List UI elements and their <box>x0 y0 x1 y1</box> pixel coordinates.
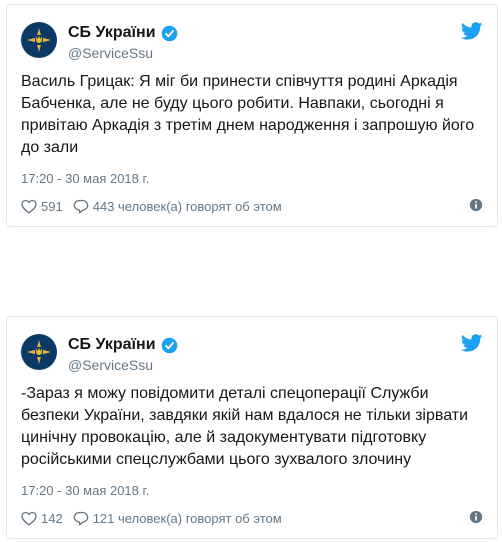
verified-badge-icon <box>161 25 177 41</box>
tweet-actions: 591 443 человек(а) говорят об этом <box>21 196 483 216</box>
heart-icon <box>21 511 37 526</box>
tweet-timestamp[interactable]: 17:20 - 30 мая 2018 г. <box>21 483 149 499</box>
author-names: СБ України @ServiceSsu <box>68 335 178 374</box>
user-handle[interactable]: @ServiceSsu <box>68 44 178 62</box>
author-names: СБ України @ServiceSsu <box>68 23 178 62</box>
tweet-text: Василь Грицак: Я міг би принести співчут… <box>21 73 475 156</box>
verified-badge-icon <box>161 337 177 353</box>
user-handle[interactable]: @ServiceSsu <box>68 356 178 374</box>
avatar[interactable] <box>21 22 57 58</box>
info-icon[interactable] <box>469 510 483 524</box>
ssu-emblem-icon <box>27 340 51 364</box>
speech-bubble-icon <box>73 199 89 213</box>
tweet-card[interactable]: СБ України @ServiceSsu Василь Грицак: Я … <box>6 4 498 227</box>
speech-bubble-icon <box>73 511 89 525</box>
avatar[interactable] <box>21 334 57 370</box>
like-count: 142 <box>41 510 63 526</box>
tweet-card[interactable]: СБ України @ServiceSsu -Зараз я можу пов… <box>6 316 498 539</box>
like-button[interactable]: 591 <box>21 199 63 214</box>
reply-button[interactable]: 443 человек(а) говорят об этом <box>73 199 282 214</box>
reply-count-text: 443 человек(а) говорят об этом <box>92 198 282 214</box>
ssu-emblem-icon <box>27 28 51 52</box>
like-count: 591 <box>41 198 63 214</box>
heart-icon <box>21 199 37 214</box>
reply-count-text: 121 человек(а) говорят об этом <box>92 510 282 526</box>
display-name[interactable]: СБ України <box>68 23 156 43</box>
tweet-text: -Зараз я можу повідомити деталі спецопер… <box>21 385 468 468</box>
reply-button[interactable]: 121 человек(а) говорят об этом <box>73 511 282 526</box>
display-name[interactable]: СБ України <box>68 335 156 355</box>
twitter-bird-icon[interactable] <box>461 22 483 40</box>
tweet-header: СБ України @ServiceSsu <box>21 20 483 68</box>
tweet-actions: 142 121 человек(а) говорят об этом <box>21 508 483 528</box>
like-button[interactable]: 142 <box>21 511 63 526</box>
tweet-header: СБ України @ServiceSsu <box>21 332 483 380</box>
twitter-bird-icon[interactable] <box>461 334 483 352</box>
tweet-timestamp[interactable]: 17:20 - 30 мая 2018 г. <box>21 171 149 187</box>
info-icon[interactable] <box>469 198 483 212</box>
